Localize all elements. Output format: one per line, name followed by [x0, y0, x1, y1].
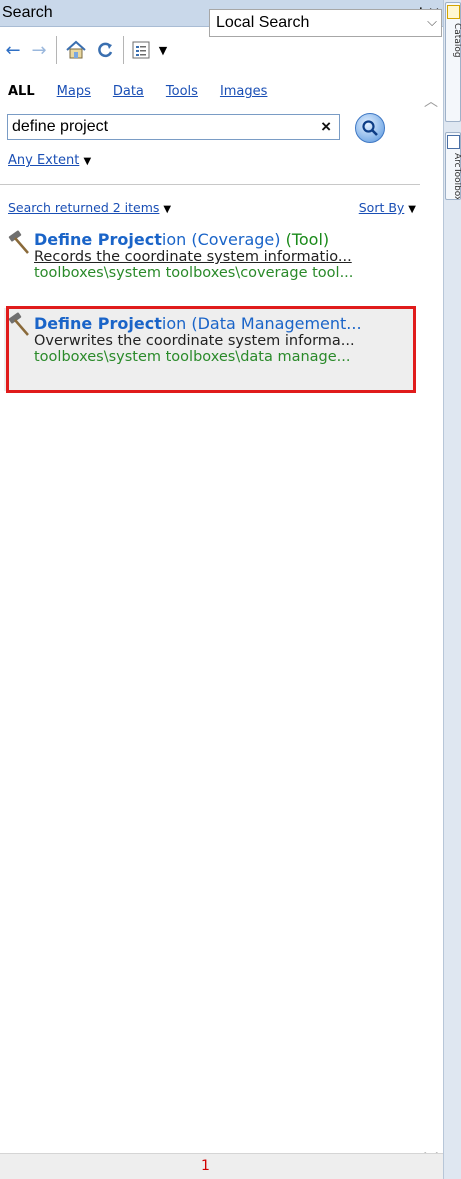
list-view-icon[interactable]: [128, 36, 154, 64]
result-item[interactable]: Define Projection (Coverage) (Tool) Reco…: [4, 230, 416, 296]
tab-tools[interactable]: Tools: [166, 84, 198, 104]
extent-filter-label[interactable]: Any Extent: [8, 153, 79, 168]
search-input[interactable]: define project ×: [7, 114, 340, 140]
search-icon: [362, 120, 378, 136]
search-button[interactable]: [355, 113, 385, 143]
refresh-icon[interactable]: [91, 36, 119, 64]
forward-arrow-icon[interactable]: →: [26, 36, 52, 64]
page-number: 1: [201, 1158, 210, 1174]
home-icon[interactable]: [61, 36, 91, 64]
vertical-scrollbar[interactable]: ︿ ﹀: [420, 85, 443, 1168]
back-arrow-icon[interactable]: ←: [0, 36, 26, 64]
side-tab-catalog-label: Catalog: [452, 23, 461, 58]
category-tabs: ALL Maps Data Tools Images: [8, 84, 289, 104]
tab-images[interactable]: Images: [220, 84, 268, 104]
divider: [0, 184, 420, 185]
result-title-match: Define Project: [34, 230, 162, 249]
dock-side-strip: Catalog ArcToolbox: [443, 0, 461, 1179]
result-title[interactable]: Define Projection (Coverage) (Tool): [34, 230, 416, 249]
extent-filter[interactable]: Any Extent ▼: [8, 153, 91, 168]
tab-data[interactable]: Data: [113, 84, 144, 104]
hammer-tool-icon: [8, 230, 29, 254]
sort-dropdown-icon[interactable]: ▼: [408, 204, 416, 215]
chevron-down-icon: ⌵: [427, 14, 437, 29]
tab-maps[interactable]: Maps: [57, 84, 91, 104]
result-title-type: (Tool): [280, 230, 330, 249]
result-description[interactable]: Records the coordinate system informatio…: [34, 249, 416, 265]
scroll-up-icon[interactable]: ︿: [424, 91, 438, 110]
results-header: Search returned 2 items ▼ Sort By ▼: [8, 200, 416, 215]
extent-dropdown-icon[interactable]: ▼: [83, 156, 91, 167]
clear-search-icon[interactable]: ×: [321, 117, 331, 137]
status-bar: 1: [0, 1153, 443, 1179]
view-dropdown-arrow-icon[interactable]: ▼: [154, 36, 172, 64]
toolbar-separator: [123, 36, 124, 64]
search-scope-select[interactable]: Local Search ⌵: [209, 9, 442, 37]
results-summary[interactable]: Search returned 2 items: [8, 200, 159, 215]
catalog-icon: [447, 5, 460, 19]
side-tab-toolbox-label: ArcToolbox: [452, 153, 461, 199]
selection-highlight-box: [6, 306, 416, 393]
results-summary-dropdown-icon[interactable]: ▼: [163, 204, 171, 215]
side-tab-toolbox[interactable]: ArcToolbox: [445, 132, 461, 200]
result-title-rest: ion (Coverage): [161, 230, 281, 249]
sort-by-link[interactable]: Sort By: [359, 200, 405, 215]
search-input-text: define project: [12, 118, 109, 135]
result-path: toolboxes\system toolboxes\coverage tool…: [34, 265, 354, 281]
tab-all[interactable]: ALL: [8, 84, 35, 104]
side-tab-catalog[interactable]: Catalog: [445, 2, 461, 122]
search-scope-value: Local Search: [216, 14, 310, 31]
toolbox-icon: [447, 135, 460, 149]
toolbar-separator: [56, 36, 57, 64]
